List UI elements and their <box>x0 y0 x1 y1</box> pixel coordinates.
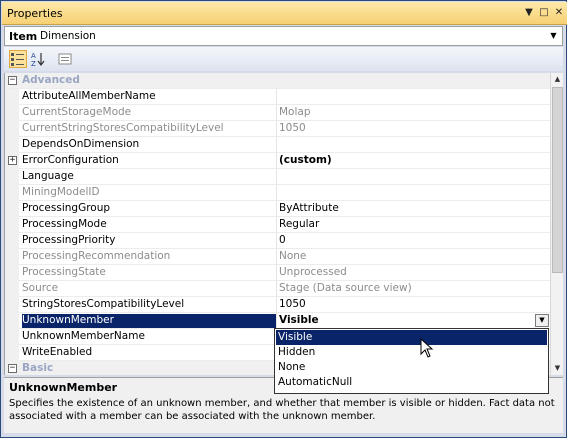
property-value[interactable]: Visible <box>279 314 547 326</box>
category-label: Advanced <box>22 74 80 86</box>
vertical-scrollbar[interactable]: ▲ ▼ <box>550 73 563 375</box>
svg-text:A: A <box>31 52 36 60</box>
property-value[interactable]: ByAttribute <box>279 202 547 214</box>
chevron-down-icon[interactable]: ▼ <box>547 29 560 43</box>
expand-icon[interactable]: + <box>8 156 17 165</box>
property-name: ErrorConfiguration <box>22 154 119 166</box>
property-name: ProcessingGroup <box>22 202 111 214</box>
property-row[interactable]: MiningModelID <box>5 185 550 201</box>
property-name: DependsOnDimension <box>22 138 140 150</box>
property-row[interactable]: StringStoresCompatibilityLevel 1050 <box>5 297 550 313</box>
property-value[interactable]: 0 <box>279 234 547 246</box>
property-name: Language <box>22 170 74 182</box>
property-row-selected[interactable]: UnknownMember Visible ▼ <box>5 313 550 329</box>
property-name: CurrentStorageMode <box>22 106 132 118</box>
property-name: UnknownMemberName <box>22 330 145 342</box>
property-value[interactable]: 1050 <box>279 298 547 310</box>
property-pages-icon[interactable] <box>56 50 74 68</box>
category-label: Basic <box>22 362 54 374</box>
alphabetical-icon[interactable]: A Z <box>29 50 47 68</box>
close-icon[interactable]: ✕ <box>552 6 566 20</box>
window-title: Properties <box>7 7 63 20</box>
property-name: ProcessingState <box>22 266 106 278</box>
properties-toolbar: A Z <box>4 47 563 71</box>
unknown-member-dropdown: Visible Hidden None AutomaticNull <box>274 328 549 394</box>
property-row[interactable]: DependsOnDimension <box>5 137 550 153</box>
dropdown-option-hidden[interactable]: Hidden <box>276 345 547 360</box>
property-value: Molap <box>279 106 311 118</box>
object-selector[interactable]: Item Dimension ▼ <box>4 26 563 46</box>
property-row[interactable]: ProcessingGroup ByAttribute <box>5 201 550 217</box>
property-name: StringStoresCompatibilityLevel <box>22 298 185 310</box>
categorized-icon[interactable] <box>9 50 27 68</box>
mouse-cursor-icon <box>420 338 434 358</box>
property-value[interactable]: Regular <box>279 218 547 230</box>
property-value[interactable]: (custom) <box>279 154 547 166</box>
scroll-thumb[interactable] <box>552 87 563 273</box>
dropdown-option-visible[interactable]: Visible <box>276 330 547 345</box>
description-text: Specifies the existence of an unknown me… <box>9 398 555 422</box>
property-row[interactable]: Source Stage (Data source view) <box>5 281 550 297</box>
scroll-down-icon[interactable]: ▼ <box>551 362 564 375</box>
category-advanced[interactable]: − Advanced <box>5 73 550 89</box>
scroll-up-icon[interactable]: ▲ <box>551 73 564 86</box>
property-row[interactable]: ProcessingRecommendation None <box>5 249 550 265</box>
property-row[interactable]: ProcessingMode Regular <box>5 217 550 233</box>
property-name: MiningModelID <box>22 186 100 198</box>
properties-window: Properties ▼ □ ✕ Item Dimension ▼ A Z − … <box>0 0 567 438</box>
property-row[interactable]: CurrentStringStoresCompatibilityLevel 10… <box>5 121 550 137</box>
property-row[interactable]: ProcessingState Unprocessed <box>5 265 550 281</box>
dropdown-option-none[interactable]: None <box>276 360 547 375</box>
restore-icon[interactable]: □ <box>537 6 551 20</box>
title-bar: Properties ▼ □ ✕ <box>2 2 567 25</box>
object-selector-label: Item <box>9 30 38 43</box>
property-value: None <box>279 250 307 262</box>
svg-text:Z: Z <box>31 60 36 67</box>
property-row[interactable]: AttributeAllMemberName <box>5 89 550 105</box>
property-row[interactable]: Language <box>5 169 550 185</box>
property-name: ProcessingRecommendation <box>22 250 171 262</box>
property-value: Unprocessed <box>279 266 347 278</box>
property-name: Source <box>22 282 59 294</box>
window-menu-icon[interactable]: ▼ <box>522 6 536 20</box>
description-title: UnknownMember <box>9 381 118 394</box>
property-name: UnknownMember <box>22 314 276 328</box>
property-row[interactable]: + ErrorConfiguration (custom) <box>5 153 550 169</box>
dropdown-option-automaticnull[interactable]: AutomaticNull <box>276 375 547 390</box>
collapse-icon[interactable]: − <box>8 364 17 373</box>
property-name: AttributeAllMemberName <box>22 90 156 102</box>
property-name: ProcessingMode <box>22 218 107 230</box>
property-row[interactable]: CurrentStorageMode Molap <box>5 105 550 121</box>
property-value: 1050 <box>279 122 306 134</box>
collapse-icon[interactable]: − <box>8 76 17 85</box>
property-name: ProcessingPriority <box>22 234 116 246</box>
property-row[interactable]: ProcessingPriority 0 <box>5 233 550 249</box>
property-name: CurrentStringStoresCompatibilityLevel <box>22 122 224 134</box>
chevron-down-icon[interactable]: ▼ <box>535 314 549 327</box>
object-selector-value: Dimension <box>40 30 96 42</box>
property-value: Stage (Data source view) <box>279 282 412 294</box>
property-name: WriteEnabled <box>22 346 93 358</box>
